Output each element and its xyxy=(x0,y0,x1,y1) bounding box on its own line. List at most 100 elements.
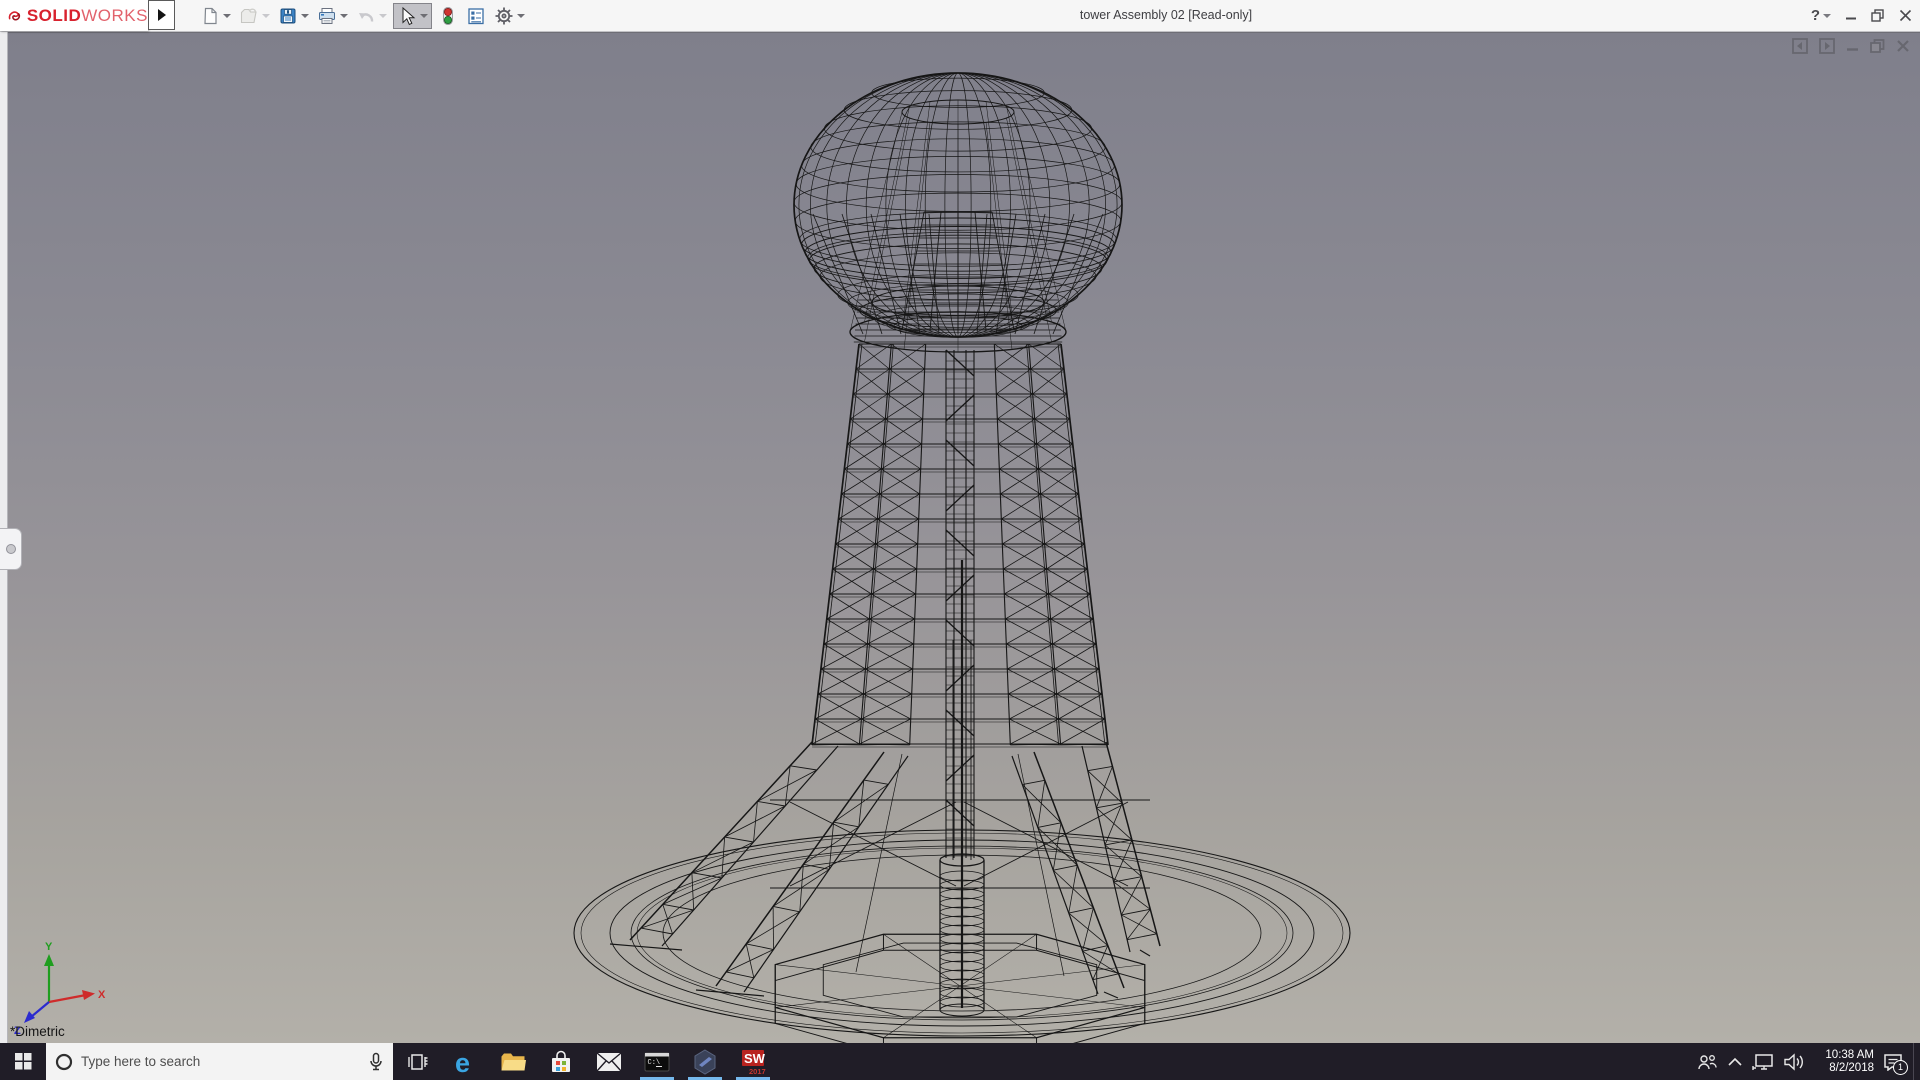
folder-icon xyxy=(501,1053,526,1070)
dropdown-caret-icon xyxy=(301,13,309,18)
volume-button[interactable] xyxy=(1783,1052,1805,1071)
open-folder-icon xyxy=(240,8,257,23)
dropdown-caret-icon xyxy=(340,13,348,18)
panel-tab-dot-icon xyxy=(5,544,16,554)
gear-icon xyxy=(495,7,513,24)
store-icon xyxy=(552,1050,570,1072)
file-explorer-button[interactable] xyxy=(489,1043,537,1080)
edge-icon: e xyxy=(455,1049,470,1075)
file-properties-button[interactable] xyxy=(464,2,488,30)
pane-right-toggle-button[interactable] xyxy=(1819,38,1835,54)
new-document-icon xyxy=(204,7,217,24)
doc-minimize-button[interactable] xyxy=(1846,40,1859,53)
file-properties-icon xyxy=(468,7,484,24)
taskbar-apps: e C:\ SW 2017 xyxy=(393,1043,777,1080)
options-button[interactable] xyxy=(492,2,527,30)
orientation-triad: Y X Z xyxy=(14,941,106,1037)
close-icon xyxy=(1899,9,1912,22)
brand-text: SOLIDWORKS xyxy=(26,5,148,25)
svg-text:SW: SW xyxy=(744,1051,766,1066)
dropdown-caret-icon xyxy=(517,13,525,18)
select-tool-button[interactable] xyxy=(393,2,432,29)
document-title: tower Assembly 02 [Read-only] xyxy=(1079,8,1253,22)
windows-taskbar: e C:\ xyxy=(0,1043,1920,1080)
task-view-button[interactable] xyxy=(393,1043,441,1080)
dropdown-caret-icon xyxy=(420,13,428,18)
undo-arrow-icon xyxy=(359,12,374,22)
printer-icon xyxy=(319,7,335,24)
document-window-controls xyxy=(1792,38,1910,54)
save-floppy-icon xyxy=(280,8,296,23)
system-tray: 10:38 AM 8/2/2018 1 xyxy=(1696,1043,1913,1080)
svg-text:e: e xyxy=(455,1049,470,1075)
network-icon xyxy=(1752,1053,1773,1070)
dropdown-caret-icon xyxy=(1823,13,1831,18)
minimize-button[interactable] xyxy=(1845,10,1857,22)
new-document-button[interactable] xyxy=(198,2,233,30)
close-icon xyxy=(1897,40,1909,52)
restore-icon xyxy=(1870,39,1885,53)
titlebar: SOLIDWORKS tower Assembly 02 [Read-only]… xyxy=(0,0,1920,32)
menu-flyout-button[interactable] xyxy=(148,0,175,30)
chevron-up-icon xyxy=(1728,1057,1742,1066)
open-document-button[interactable] xyxy=(237,2,272,30)
network-button[interactable] xyxy=(1752,1053,1774,1071)
print-button[interactable] xyxy=(315,2,350,30)
select-cursor-icon xyxy=(402,6,416,25)
svg-text:2017: 2017 xyxy=(749,1067,766,1075)
graphics-viewport[interactable] xyxy=(0,32,1920,1043)
restore-button[interactable] xyxy=(1871,9,1885,22)
task-view-icon xyxy=(408,1053,428,1070)
hidden-icons-button[interactable] xyxy=(1727,1056,1743,1068)
solidworks-logo: SOLIDWORKS xyxy=(0,0,148,31)
search-input[interactable] xyxy=(79,1053,362,1070)
tray-time: 10:38 AM xyxy=(1825,1048,1874,1061)
pane-left-toggle-button[interactable] xyxy=(1792,38,1808,54)
microphone-icon[interactable] xyxy=(368,1052,384,1072)
speaker-icon xyxy=(1784,1052,1803,1071)
doc-restore-button[interactable] xyxy=(1870,39,1885,53)
window-controls: ? xyxy=(1811,0,1912,31)
save-button[interactable] xyxy=(276,2,311,30)
help-button[interactable]: ? xyxy=(1811,7,1831,24)
minimize-icon xyxy=(1846,17,1856,19)
dropdown-caret-icon xyxy=(379,13,387,18)
dropdown-caret-icon xyxy=(262,13,270,18)
solidworks-3s-mark-icon xyxy=(8,10,21,20)
show-desktop-button[interactable] xyxy=(1913,1043,1920,1080)
feature-manager-tab[interactable] xyxy=(0,528,22,570)
flyout-arrow-icon xyxy=(157,9,166,21)
command-prompt-button[interactable]: C:\ xyxy=(633,1043,681,1080)
mail-icon xyxy=(596,1051,622,1071)
doc-close-button[interactable] xyxy=(1896,39,1910,53)
minimize-icon xyxy=(1847,47,1858,51)
triad-x-label: X xyxy=(98,989,106,1001)
restore-icon xyxy=(1871,9,1884,22)
windows-logo-icon xyxy=(14,1053,31,1070)
start-button[interactable] xyxy=(0,1043,46,1080)
edge-button[interactable]: e xyxy=(441,1043,489,1080)
dropdown-caret-icon xyxy=(223,13,231,18)
undo-button[interactable] xyxy=(354,2,389,30)
pane-right-icon xyxy=(1819,38,1835,54)
solidworks-app-button[interactable]: SW 2017 xyxy=(729,1043,777,1080)
tray-date: 8/2/2018 xyxy=(1829,1061,1874,1074)
people-icon xyxy=(1698,1054,1717,1069)
hexagon-app-button[interactable] xyxy=(681,1043,729,1080)
hexagon-app-icon xyxy=(694,1048,716,1075)
action-center-button[interactable]: 1 xyxy=(1883,1053,1908,1075)
pane-left-icon xyxy=(1792,38,1808,54)
mail-button[interactable] xyxy=(585,1043,633,1080)
taskbar-search[interactable] xyxy=(46,1043,393,1080)
store-button[interactable] xyxy=(537,1043,585,1080)
svg-text:C:\: C:\ xyxy=(648,1059,661,1067)
rebuild-button[interactable] xyxy=(436,2,460,30)
notification-badge: 1 xyxy=(1893,1059,1908,1075)
people-button[interactable] xyxy=(1696,1053,1718,1071)
close-button[interactable] xyxy=(1899,9,1912,22)
clock[interactable]: 10:38 AM 8/2/2018 xyxy=(1814,1049,1874,1075)
main-toolbar xyxy=(198,0,527,31)
rebuild-traffic-light-icon xyxy=(443,6,453,25)
view-orientation-label: *Dimetric xyxy=(10,1024,65,1039)
triad-y-label: Y xyxy=(45,941,53,953)
